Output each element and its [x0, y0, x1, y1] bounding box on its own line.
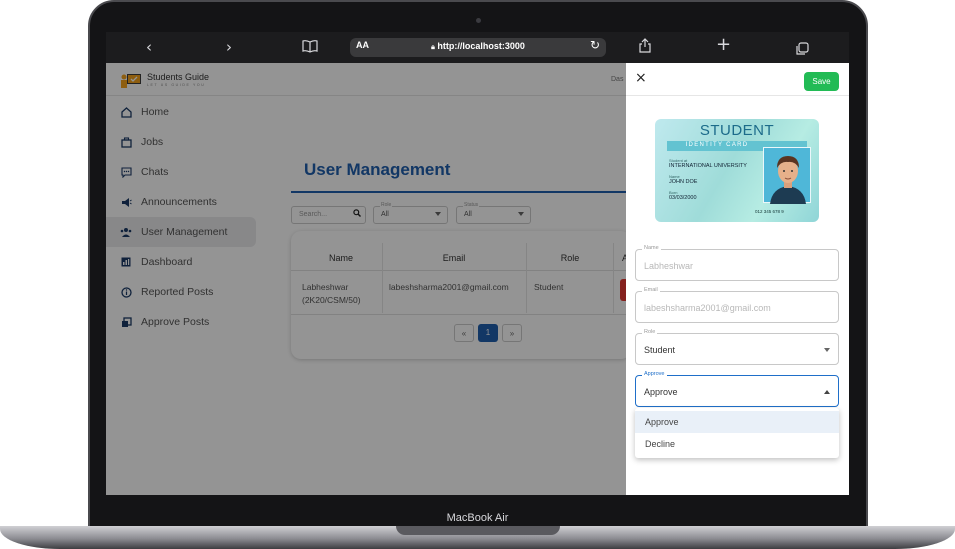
id-card-born: 03/03/2000	[669, 195, 697, 201]
email-field-label: Email	[642, 287, 660, 293]
chevron-left-icon[interactable]: ‹	[146, 37, 152, 57]
app: Students Guide LET US GUIDE YOU Das Home…	[106, 63, 849, 495]
id-card-image: STUDENT IDENTITY CARD Student at INTERNA…	[655, 119, 819, 222]
approve-dropdown-menu: Approve Decline	[635, 408, 839, 458]
id-card-photo	[763, 147, 811, 204]
name-field-label: Name	[642, 245, 661, 251]
id-card-name: JOHN DOE	[669, 179, 698, 185]
address-bar[interactable]: AA 🔒︎ http://localhost:3000 ↻	[350, 38, 606, 57]
chevron-right-icon[interactable]: ›	[226, 37, 232, 57]
name-field-value: Labheshwar	[644, 261, 694, 271]
role-select-value: Student	[644, 345, 676, 355]
name-field[interactable]: Name Labheshwar	[635, 245, 839, 281]
approve-select-value: Approve	[644, 387, 678, 397]
book-icon[interactable]	[302, 38, 318, 58]
option-decline[interactable]: Decline	[635, 433, 839, 455]
approve-select[interactable]: Approve Approve	[635, 371, 839, 407]
id-card-number: 012 345 678 9	[755, 209, 784, 214]
url-value: http://localhost:3000	[437, 41, 525, 51]
tabs-icon[interactable]	[796, 40, 809, 60]
drawer-header: × Save	[626, 63, 849, 96]
email-field-value: labeshsharma2001@gmail.com	[644, 303, 771, 313]
laptop-notch	[396, 526, 560, 535]
chevron-down-icon	[824, 348, 830, 352]
close-icon[interactable]: ×	[635, 70, 647, 86]
chevron-up-icon	[824, 390, 830, 394]
url-text: 🔒︎ http://localhost:3000	[350, 41, 606, 52]
reload-icon[interactable]: ↻	[590, 38, 600, 52]
email-field[interactable]: Email labeshsharma2001@gmail.com	[635, 287, 839, 323]
device-label: MacBook Air	[446, 512, 509, 524]
plus-icon[interactable]: +	[716, 35, 731, 55]
modal-backdrop[interactable]	[106, 63, 626, 495]
save-button[interactable]: Save	[804, 72, 839, 91]
approve-select-label: Approve	[642, 371, 667, 377]
option-approve[interactable]: Approve	[635, 411, 839, 433]
role-select[interactable]: Role Student	[635, 329, 839, 365]
id-card-subtitle: IDENTITY CARD	[685, 142, 749, 148]
share-icon[interactable]	[639, 38, 651, 58]
lock-icon: 🔒︎	[431, 44, 435, 51]
edit-user-drawer: × Save STUDENT IDENTITY CARD Student at …	[626, 63, 849, 495]
id-card-student-at: INTERNATIONAL UNIVERSITY	[669, 163, 747, 169]
browser-toolbar: ‹ › AA 🔒︎ http://localhost:3000 ↻ +	[106, 32, 849, 63]
id-card-title: STUDENT	[699, 122, 775, 139]
screen: ‹ › AA 🔒︎ http://localhost:3000 ↻ + Stud…	[106, 32, 849, 495]
role-select-label: Role	[642, 329, 658, 335]
camera-icon	[476, 18, 481, 23]
